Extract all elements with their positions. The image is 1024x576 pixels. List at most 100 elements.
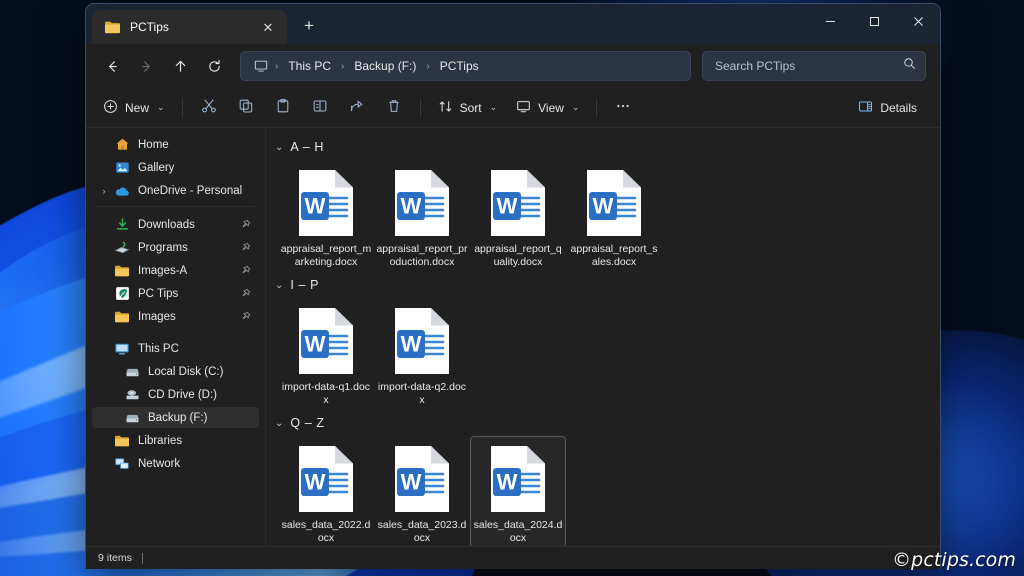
sidebar-item-images-a[interactable]: Images-A: [92, 260, 259, 281]
svg-text:W: W: [497, 194, 518, 219]
maximize-button[interactable]: [852, 4, 896, 38]
search-icon[interactable]: [903, 57, 916, 75]
chevron-down-icon[interactable]: ⌄: [275, 142, 283, 153]
tab-strip: PCTips ✕ +: [86, 4, 324, 44]
sort-arrows-icon: [438, 99, 453, 117]
nav-group-gap: [86, 329, 265, 338]
file-tile[interactable]: Wsales_data_2024.docx: [470, 436, 566, 546]
close-button[interactable]: [896, 4, 940, 38]
more-options-button[interactable]: [605, 93, 641, 123]
sidebar-item-backup-f[interactable]: Backup (F:): [92, 407, 259, 428]
sidebar-item-programs[interactable]: Programs: [92, 237, 259, 258]
file-name-label: appraisal_report_quality.docx: [472, 243, 564, 269]
folder-icon: [114, 263, 130, 279]
tab-pctips[interactable]: PCTips ✕: [92, 10, 287, 44]
details-pane-label: Details: [880, 101, 917, 115]
file-tile[interactable]: Wappraisal_report_marketing.docx: [278, 160, 374, 272]
paste-button[interactable]: [265, 93, 301, 123]
svg-text:W: W: [401, 332, 422, 357]
pin-icon[interactable]: [240, 242, 251, 253]
file-grid: Wappraisal_report_marketing.docxWapprais…: [266, 160, 940, 274]
file-tile[interactable]: Wappraisal_report_production.docx: [374, 160, 470, 272]
pin-icon[interactable]: [240, 219, 251, 230]
minimize-button[interactable]: [808, 4, 852, 38]
up-button[interactable]: [164, 50, 196, 82]
new-button[interactable]: New ⌄: [94, 93, 174, 123]
view-button[interactable]: View ⌄: [507, 93, 588, 123]
word-document-icon: W: [391, 306, 453, 376]
navigation-pane[interactable]: HomeGallery› OneDrive - Personal Downloads…: [86, 128, 266, 546]
this-pc-icon[interactable]: [251, 59, 271, 73]
file-grid: Wimport-data-q1.docxWimport-data-q2.docx: [266, 298, 940, 412]
sidebar-item-pc-tips[interactable]: PC Tips: [92, 283, 259, 304]
back-button[interactable]: [96, 50, 128, 82]
copy-icon: [238, 98, 254, 117]
pin-icon[interactable]: [240, 288, 251, 299]
breadcrumb-pctips[interactable]: PCTips: [434, 56, 485, 76]
sidebar-item-home[interactable]: Home: [92, 134, 259, 155]
address-row: › This PC › Backup (F:) › PCTips Search …: [86, 44, 940, 88]
group-header[interactable]: ⌄I – P: [266, 274, 940, 296]
rename-button[interactable]: [302, 93, 338, 123]
chevron-down-icon[interactable]: ⌄: [275, 418, 283, 429]
new-tab-icon[interactable]: +: [294, 11, 324, 41]
file-name-label: appraisal_report_marketing.docx: [280, 243, 372, 269]
sidebar-item-label: Network: [138, 458, 180, 470]
file-tile[interactable]: Wappraisal_report_sales.docx: [566, 160, 662, 272]
search-input[interactable]: Search PCTips: [702, 51, 926, 81]
group-title: Q – Z: [290, 416, 324, 430]
monitor-icon: [516, 99, 531, 117]
paste-icon: [275, 98, 291, 117]
sidebar-item-this-pc[interactable]: This PC: [92, 338, 259, 359]
forward-button[interactable]: [130, 50, 162, 82]
sidebar-item-downloads[interactable]: Downloads: [92, 214, 259, 235]
sidebar-item-cd-drive-d[interactable]: CD Drive (D:): [92, 384, 259, 405]
share-button[interactable]: [339, 93, 375, 123]
file-tile[interactable]: Wimport-data-q2.docx: [374, 298, 470, 410]
folder-icon: [114, 433, 130, 449]
sidebar-item-label: Local Disk (C:): [148, 366, 223, 378]
file-tile[interactable]: Wappraisal_report_quality.docx: [470, 160, 566, 272]
chevron-down-icon: ⌄: [490, 102, 498, 113]
sidebar-item-network[interactable]: Network: [92, 453, 259, 474]
group-header[interactable]: ⌄ Q – Z: [266, 412, 940, 434]
network-icon: [114, 456, 130, 472]
file-tile[interactable]: Wsales_data_2022.docx: [278, 436, 374, 546]
group-header[interactable]: ⌄ A – H: [266, 136, 940, 158]
cut-button[interactable]: [191, 93, 227, 123]
trash-icon: [386, 98, 402, 117]
sidebar-item-libraries[interactable]: Libraries: [92, 430, 259, 451]
chevron-down-icon[interactable]: ⌄: [275, 280, 283, 291]
delete-button[interactable]: [376, 93, 412, 123]
watermark: ©pctips.com: [892, 549, 1016, 571]
address-bar[interactable]: › This PC › Backup (F:) › PCTips: [240, 51, 691, 81]
sidebar-item-label: Downloads: [138, 219, 195, 231]
sidebar-item-label: Backup (F:): [148, 412, 207, 424]
sidebar-item-local-disk-c[interactable]: Local Disk (C:): [92, 361, 259, 382]
file-tile[interactable]: Wimport-data-q1.docx: [278, 298, 374, 410]
close-tab-icon[interactable]: ✕: [257, 16, 279, 38]
toolbar-divider: [420, 99, 421, 117]
pin-icon[interactable]: [240, 311, 251, 322]
copy-button[interactable]: [228, 93, 264, 123]
svg-text:W: W: [401, 194, 422, 219]
sidebar-item-images[interactable]: Images: [92, 306, 259, 327]
sort-button[interactable]: Sort ⌄: [429, 93, 507, 123]
pin-icon[interactable]: [240, 265, 251, 276]
chevron-right-icon[interactable]: ›: [97, 180, 111, 201]
sidebar-item-onedrive-personal[interactable]: › OneDrive - Personal: [92, 180, 259, 201]
group-title: A – H: [290, 140, 324, 154]
share-icon: [349, 98, 365, 117]
breadcrumb-backup-f[interactable]: Backup (F:): [348, 56, 422, 76]
file-tile[interactable]: Wsales_data_2023.docx: [374, 436, 470, 546]
refresh-button[interactable]: [198, 50, 230, 82]
word-document-icon: W: [295, 168, 357, 238]
word-document-icon: W: [391, 444, 453, 514]
sidebar-item-label: OneDrive - Personal: [138, 185, 242, 197]
file-list-view[interactable]: ⌄A – HWappraisal_report_marketing.docxWa…: [266, 128, 940, 546]
sidebar-item-gallery[interactable]: Gallery: [92, 157, 259, 178]
word-document-icon: W: [391, 168, 453, 238]
this-pc-icon: [114, 341, 130, 357]
details-pane-button[interactable]: Details: [849, 93, 926, 123]
breadcrumb-this-pc[interactable]: This PC: [282, 56, 337, 76]
